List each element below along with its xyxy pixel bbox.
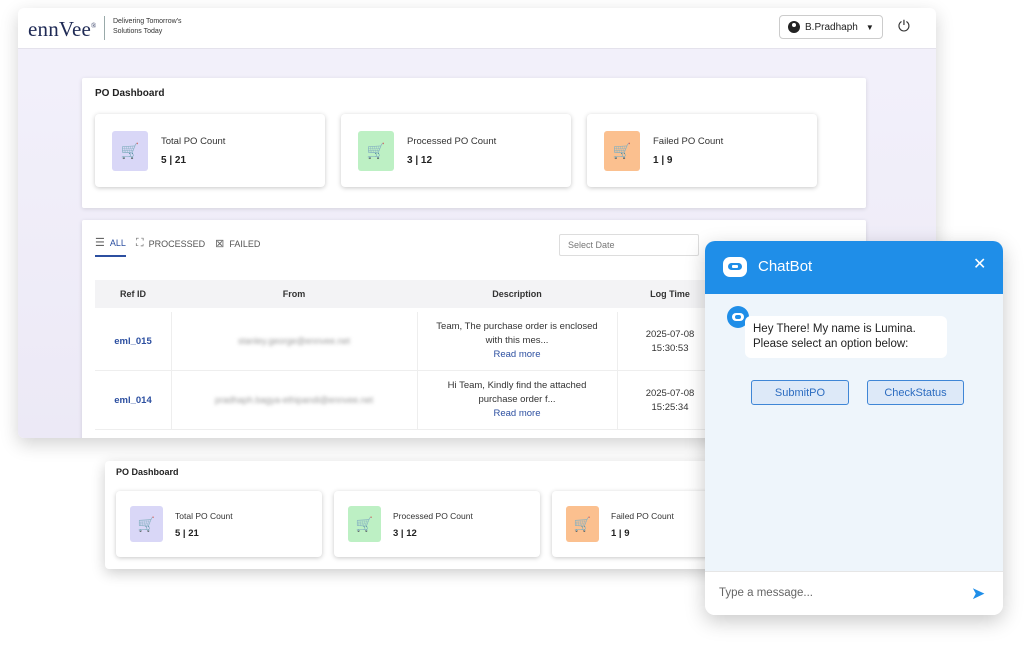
ref-id-link[interactable]: eml_014 bbox=[95, 395, 171, 406]
card-value: 5 | 21 bbox=[175, 528, 199, 539]
bot-icon bbox=[723, 257, 747, 277]
col-ref-id: Ref ID bbox=[119, 289, 146, 299]
card-label: Total PO Count bbox=[161, 136, 226, 147]
cart-check-icon: 🛒 bbox=[348, 506, 381, 542]
total-po-card: 🛒 Total PO Count 5 | 21 bbox=[116, 491, 322, 557]
description-text: Team, The purchase order is enclosed wit… bbox=[436, 321, 598, 346]
chat-messages: Hey There! My name is Lumina. Please sel… bbox=[705, 294, 1003, 571]
log-date: 2025-07-08 bbox=[645, 329, 695, 340]
logo-mark: ® bbox=[91, 22, 97, 30]
user-name: B.Pradhaph bbox=[805, 21, 858, 33]
tab-label: FAILED bbox=[229, 238, 261, 249]
cart-check-icon: 🛒 bbox=[358, 131, 394, 171]
ref-id-link[interactable]: eml_015 bbox=[95, 336, 171, 347]
close-icon[interactable]: ✕ bbox=[973, 254, 986, 274]
po-dashboard-zoom-panel: PO Dashboard 🛒 Total PO Count 5 | 21 🛒 P… bbox=[105, 461, 768, 569]
user-menu-button[interactable]: B.Pradhaph ▼ bbox=[779, 15, 883, 39]
tab-label: ALL bbox=[109, 237, 126, 248]
cart-icon: 🛒 bbox=[112, 131, 148, 171]
processed-po-card: 🛒 Processed PO Count 3 | 12 bbox=[341, 114, 571, 187]
logo-text: ennVee bbox=[28, 17, 92, 41]
tab-processed[interactable]: ⛶ PROCESSED bbox=[136, 237, 205, 256]
user-avatar-icon bbox=[788, 21, 800, 33]
filter-tabs: ☰ ALL ⛶ PROCESSED ⊠ FAILED bbox=[95, 236, 270, 257]
card-label: Processed PO Count bbox=[407, 136, 497, 147]
col-divider bbox=[417, 371, 418, 429]
chat-input-bar: ➤ bbox=[705, 571, 1003, 615]
cart-x-icon: 🛒 bbox=[604, 131, 640, 171]
card-label: Processed PO Count bbox=[393, 511, 473, 521]
message-input[interactable] bbox=[717, 586, 961, 600]
ennvee-logo[interactable]: ennVee® bbox=[28, 17, 97, 42]
tagline: Delivering Tomorrow's Solutions Today bbox=[113, 18, 182, 35]
log-date: 2025-07-08 bbox=[645, 388, 695, 399]
chatbot-header: ChatBot ✕ bbox=[705, 241, 1003, 294]
tab-all[interactable]: ☰ ALL bbox=[95, 236, 126, 257]
power-icon[interactable]: ⏻ bbox=[898, 18, 910, 35]
col-divider bbox=[417, 312, 418, 370]
select-date-input[interactable]: Select Date bbox=[559, 234, 699, 256]
card-value: 1 | 9 bbox=[611, 528, 630, 539]
send-icon[interactable]: ➤ bbox=[971, 584, 985, 604]
description: Team, The purchase order is enclosed wit… bbox=[427, 320, 607, 362]
po-dashboard-panel: PO Dashboard 🛒 Total PO Count 5 | 21 🛒 P… bbox=[82, 78, 866, 208]
cart-icon: 🛒 bbox=[130, 506, 163, 542]
processed-icon: ⛶ bbox=[135, 237, 144, 249]
processed-po-card: 🛒 Processed PO Count 3 | 12 bbox=[334, 491, 540, 557]
failed-po-card: 🛒 Failed PO Count 1 | 9 bbox=[587, 114, 817, 187]
cart-x-icon: 🛒 bbox=[566, 506, 599, 542]
card-value: 3 | 12 bbox=[393, 528, 417, 539]
logo-divider bbox=[104, 16, 105, 40]
col-description: Description bbox=[492, 289, 542, 299]
log-time-value: 15:25:34 bbox=[651, 402, 689, 413]
caret-down-icon: ▼ bbox=[865, 22, 874, 32]
failed-icon: ⊠ bbox=[215, 238, 225, 250]
chatbot-window: ChatBot ✕ Hey There! My name is Lumina. … bbox=[705, 241, 1003, 615]
from-email: stanley.george@ennvee.net bbox=[237, 336, 351, 346]
description-text: Hi Team, Kindly find the attached purcha… bbox=[447, 380, 587, 405]
card-label: Failed PO Count bbox=[653, 136, 724, 147]
card-value: 3 | 12 bbox=[407, 155, 433, 166]
log-time-value: 15:30:53 bbox=[651, 343, 689, 354]
total-po-card: 🛒 Total PO Count 5 | 21 bbox=[95, 114, 325, 187]
description: Hi Team, Kindly find the attached purcha… bbox=[427, 379, 607, 421]
card-value: 1 | 9 bbox=[653, 155, 673, 166]
submit-po-button[interactable]: SubmitPO bbox=[751, 380, 849, 405]
card-value: 5 | 21 bbox=[161, 155, 187, 166]
from-email: pradhaph.bagya-ethipandi@ennvee.net bbox=[214, 395, 374, 405]
read-more-link[interactable]: Read more bbox=[427, 407, 607, 421]
tab-failed[interactable]: ⊠ FAILED bbox=[215, 237, 260, 256]
check-status-button[interactable]: CheckStatus bbox=[867, 380, 964, 405]
panel-title: PO Dashboard bbox=[116, 467, 179, 477]
card-label: Total PO Count bbox=[175, 511, 233, 521]
bot-message: Hey There! My name is Lumina. Please sel… bbox=[745, 316, 947, 358]
read-more-link[interactable]: Read more bbox=[427, 348, 607, 362]
panel-title: PO Dashboard bbox=[95, 88, 165, 99]
chatbot-title: ChatBot bbox=[758, 258, 813, 275]
card-label: Failed PO Count bbox=[611, 511, 674, 521]
tab-label: PROCESSED bbox=[148, 238, 206, 249]
list-icon: ☰ bbox=[95, 237, 105, 249]
app-header: ennVee® Delivering Tomorrow's Solutions … bbox=[18, 8, 936, 49]
col-from: From bbox=[282, 289, 306, 299]
